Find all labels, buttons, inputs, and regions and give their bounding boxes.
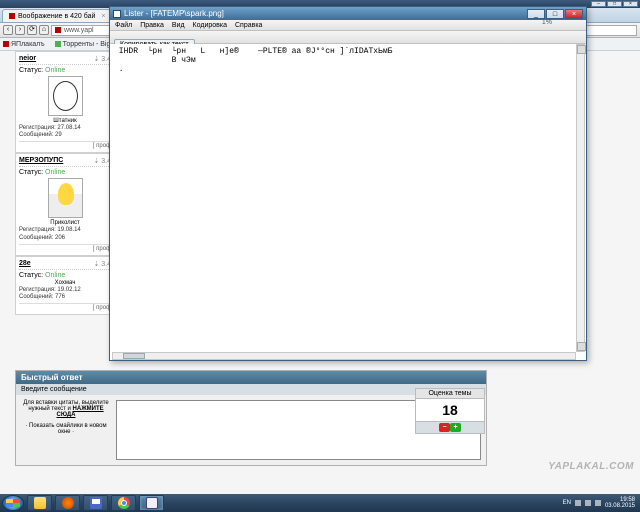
menu-help[interactable]: Справка [235, 22, 262, 29]
user-avatar[interactable] [48, 76, 83, 116]
lister-min-button[interactable]: _ [527, 9, 545, 19]
lister-percent: 1% [542, 19, 552, 26]
menu-edit[interactable]: Правка [140, 22, 164, 29]
user-msgs: Сообщений: 206 [19, 235, 111, 242]
favicon-icon [9, 13, 15, 19]
lister-hscrollbar[interactable] [112, 352, 576, 360]
lister-vscrollbar[interactable] [576, 44, 585, 352]
tc-icon [146, 497, 158, 509]
user-name-link[interactable]: МЕРЗОПУПС [19, 157, 63, 165]
lister-titlebar[interactable]: Lister - [FATEMP\spark.png] 1% _ □ × [110, 7, 586, 20]
lister-close-button[interactable]: × [565, 9, 583, 19]
tab-close-icon[interactable]: × [101, 13, 105, 20]
user-status: Статус: Online [19, 67, 111, 74]
profile-button[interactable]: [ проф [19, 141, 111, 149]
lang-indicator[interactable]: EN [563, 500, 571, 506]
lister-menubar: Файл Правка Вид Кодировка Справка [110, 20, 586, 31]
forward-button[interactable]: › [15, 25, 25, 35]
tab-label: Воображение в 420 бай [18, 13, 95, 20]
lister-title-text: Lister - [FATEMP\spark.png] [124, 9, 224, 18]
hscroll-thumb[interactable] [123, 353, 145, 359]
lister-window: Lister - [FATEMP\spark.png] 1% _ □ × Фай… [109, 6, 587, 361]
user-status: Статус: Online [19, 272, 111, 279]
start-button[interactable] [2, 495, 24, 511]
lister-max-button[interactable]: □ [546, 9, 564, 19]
user-reg: Регистрация: 19.08.14 [19, 227, 111, 234]
rating-plus-button[interactable]: + [450, 423, 461, 432]
lister-content[interactable]: IHDR └pн └pн L н]e® —PLTE® aа ®J°°cн ]´л… [112, 44, 576, 352]
user-block: 28e ⇣ 3.4 Статус: Online Хохмач Регистра… [15, 256, 115, 315]
taskbar-explorer[interactable] [27, 495, 52, 511]
user-msgs: Сообщений: 776 [19, 294, 111, 301]
home-button[interactable]: ⌂ [39, 25, 49, 35]
browser-max-button[interactable]: □ [607, 1, 622, 7]
folder-icon [34, 497, 46, 509]
system-tray[interactable]: EN 19:58 03.08.2015 [560, 497, 638, 509]
menu-encoding[interactable]: Кодировка [193, 22, 227, 29]
bookmark-label: ЯПлакалъ [11, 41, 45, 48]
tray-flag-icon[interactable] [575, 500, 581, 506]
user-reg: Регистрация: 19.02.12 [19, 287, 111, 294]
browser-tab[interactable]: Воображение в 420 бай × [2, 9, 112, 22]
user-name-link[interactable]: neior [19, 55, 36, 63]
user-name-link[interactable]: 28e [19, 260, 31, 268]
chrome-icon [118, 497, 130, 509]
users-column: neior ⇣ 3.4 Статус: Online Штатник Регис… [15, 51, 115, 315]
user-role: Приколист [19, 220, 111, 226]
taskbar: EN 19:58 03.08.2015 [0, 494, 640, 512]
rating-value: 18 [415, 399, 485, 422]
reply-sidebar: Для вставки цитаты, выделите нужный текс… [21, 400, 111, 460]
address-text: www.yapl [64, 26, 94, 35]
bookmark-icon [3, 41, 9, 47]
lister-app-icon [113, 10, 121, 18]
bookmark-icon [55, 41, 61, 47]
taskbar-wmp[interactable] [55, 495, 80, 511]
user-role: Штатник [19, 118, 111, 124]
thread-rating: Оценка темы 18 − + [415, 388, 485, 434]
reply-title: Быстрый ответ [16, 371, 486, 384]
user-block: МЕРЗОПУПС ⇣ 3.4 Статус: Online Приколист… [15, 153, 115, 255]
wmp-icon [62, 497, 74, 509]
rating-title: Оценка темы [415, 388, 485, 399]
user-avatar[interactable] [48, 178, 83, 218]
site-favicon-icon [55, 27, 61, 33]
tray-sound-icon[interactable] [595, 500, 601, 506]
reload-button[interactable]: ⟳ [27, 25, 37, 35]
rating-minus-button[interactable]: − [439, 423, 450, 432]
profile-button[interactable]: [ проф [19, 303, 111, 311]
taskbar-clock[interactable]: 19:58 03.08.2015 [605, 497, 635, 509]
bookmark-item[interactable]: ЯПлакалъ [3, 41, 45, 48]
lister-toolbar: Копировать как текст [110, 31, 586, 44]
smilies-link[interactable]: · Показать смайлики в новом окне · [21, 423, 111, 435]
tray-network-icon[interactable] [585, 500, 591, 506]
menu-file[interactable]: Файл [115, 22, 132, 29]
taskbar-totalcmd[interactable] [139, 495, 164, 511]
browser-close-button[interactable]: × [623, 1, 638, 7]
profile-button[interactable]: [ проф [19, 244, 111, 252]
user-status: Статус: Online [19, 169, 111, 176]
menu-view[interactable]: Вид [172, 22, 185, 29]
user-block: neior ⇣ 3.4 Статус: Online Штатник Регис… [15, 51, 115, 153]
user-msgs: Сообщений: 29 [19, 132, 111, 139]
back-button[interactable]: ‹ [3, 25, 13, 35]
browser-min-button[interactable]: – [591, 1, 606, 7]
taskbar-chrome[interactable] [111, 495, 136, 511]
watermark: YAPLAKAL.COM [548, 461, 634, 472]
user-role: Хохмач [19, 280, 111, 286]
diskette-icon [90, 497, 102, 509]
taskbar-save[interactable] [83, 495, 108, 511]
